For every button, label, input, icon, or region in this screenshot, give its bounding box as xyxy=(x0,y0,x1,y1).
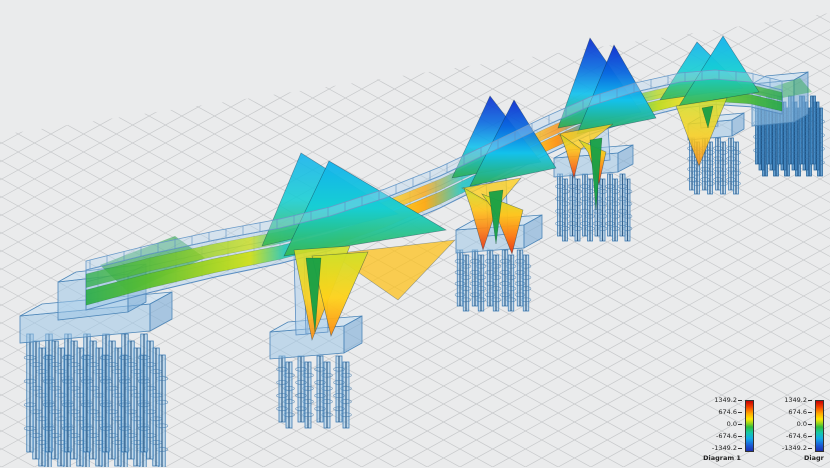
tick-mark xyxy=(738,411,742,413)
legend-diagram-2: 1349.2 674.6 0.0 -674.6 -1349.2 Diagr xyxy=(760,396,824,468)
legend-tick-label: 1349.2 xyxy=(784,396,807,404)
fea-application-viewport: { "legends": [ { "title": "Diagram 1", "… xyxy=(0,0,830,467)
legend-title: Diagram 1 xyxy=(703,454,741,462)
legend-tick-label: 674.6 xyxy=(788,408,807,416)
tick-mark xyxy=(738,399,742,401)
pile-group xyxy=(23,333,169,467)
color-scale-bar xyxy=(745,400,754,452)
tick-mark xyxy=(738,423,742,425)
legend-tick-label: -674.6 xyxy=(716,432,737,440)
legend-tick-label: -674.6 xyxy=(786,432,807,440)
tick-mark xyxy=(808,423,812,425)
legend-tick-label: -1349.2 xyxy=(711,444,737,452)
pile-group xyxy=(454,249,532,312)
tick-mark xyxy=(808,447,812,449)
legend-tick-label: 1349.2 xyxy=(714,396,737,404)
legend-title: Diagr xyxy=(804,454,824,462)
tick-mark xyxy=(808,399,812,401)
legend-tick-label: -1349.2 xyxy=(781,444,807,452)
legend-tick-label: 674.6 xyxy=(718,408,737,416)
legend-tick-label: 0.0 xyxy=(726,420,737,428)
tick-mark xyxy=(808,435,812,437)
legend-diagram-1: 1349.2 674.6 0.0 -674.6 -1349.2 Diagram … xyxy=(690,396,754,468)
tick-mark xyxy=(738,435,742,437)
tick-mark xyxy=(738,447,742,449)
legend-tick-label: 0.0 xyxy=(796,420,807,428)
tick-mark xyxy=(808,411,812,413)
color-scale-bar xyxy=(815,400,824,452)
